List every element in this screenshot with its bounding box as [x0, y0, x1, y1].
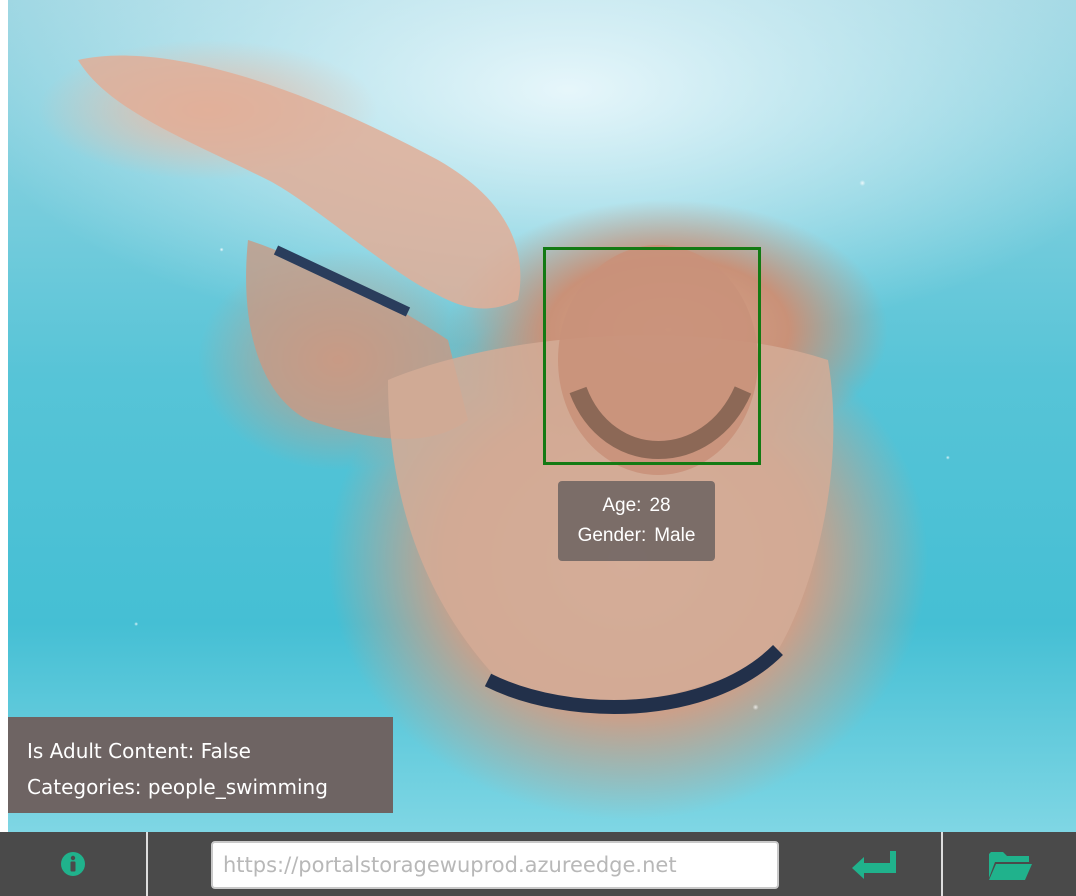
face-attributes-tooltip: Age: 28 Gender: Male	[558, 481, 715, 561]
age-label: Age:	[602, 495, 642, 516]
gender-row: Gender: Male	[578, 525, 696, 547]
face-detection-box	[543, 247, 761, 465]
adult-content-text: Is Adult Content: False	[27, 739, 251, 763]
toolbar-divider	[146, 832, 148, 896]
analyzed-photo	[8, 0, 1076, 832]
open-file-button[interactable]	[943, 832, 1076, 896]
image-analysis-panel: Is Adult Content: False Categories: peop…	[8, 717, 393, 813]
gender-value: Male	[654, 525, 696, 546]
submit-url-button[interactable]	[810, 832, 940, 896]
gender-label: Gender:	[577, 525, 647, 546]
swimmer-silhouette	[78, 55, 834, 715]
age-value: 28	[649, 495, 671, 516]
info-icon	[61, 852, 85, 876]
image-url-input[interactable]	[211, 841, 779, 889]
enter-arrow-icon	[852, 851, 896, 879]
info-button[interactable]	[0, 832, 146, 896]
age-row: Age: 28	[602, 495, 670, 517]
folder-open-icon	[988, 852, 1032, 880]
categories-text: Categories: people_swimming	[27, 775, 328, 799]
